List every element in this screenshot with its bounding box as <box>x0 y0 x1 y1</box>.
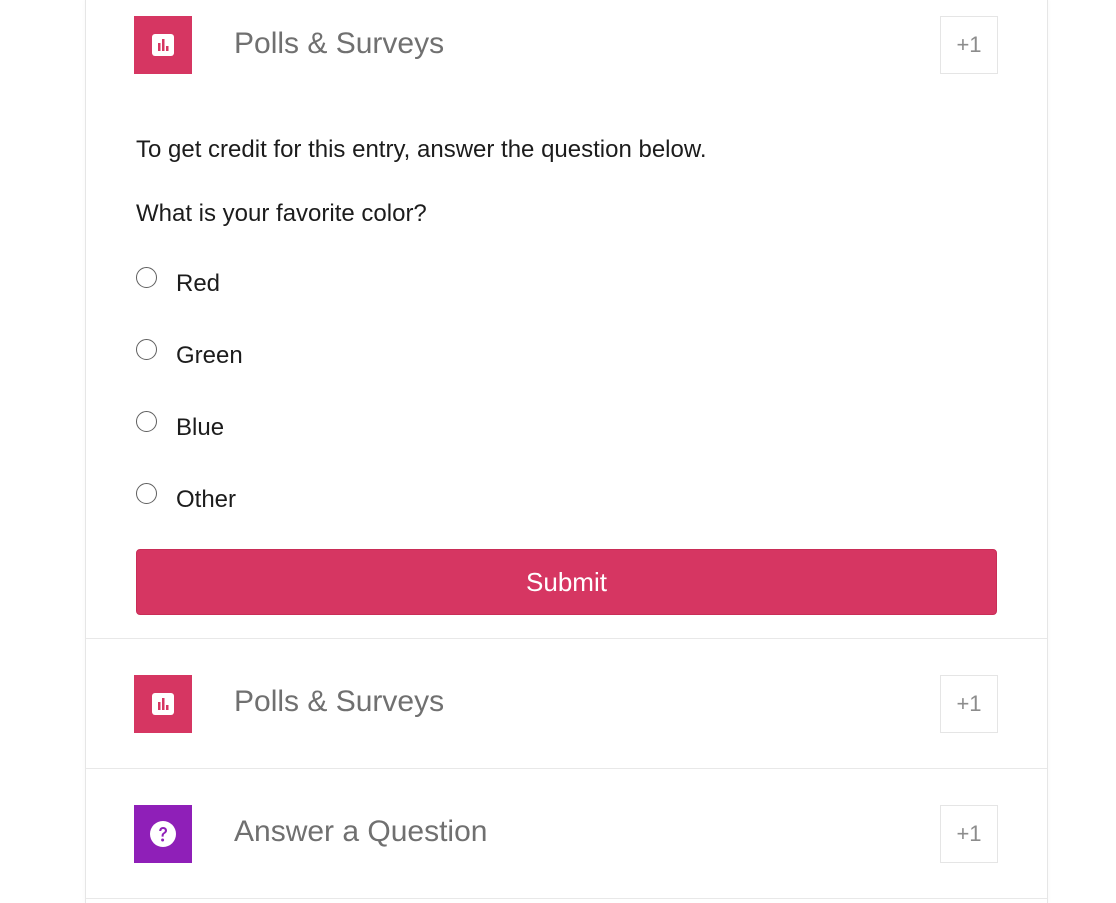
option-label: Green <box>176 342 243 369</box>
option-label: Red <box>176 270 221 297</box>
radio-button[interactable] <box>136 483 157 504</box>
bar-chart-icon <box>134 16 192 74</box>
poll-option-blue[interactable]: Blue <box>136 411 436 441</box>
entry-title: Answer a Question <box>234 815 488 848</box>
entry-header-polls-surveys[interactable]: Polls & Surveys +1 <box>86 16 1047 76</box>
poll-question: What is your favorite color? <box>136 200 427 227</box>
divider <box>86 638 1047 639</box>
entry-title: Polls & Surveys <box>234 27 445 60</box>
option-label: Other <box>176 486 237 513</box>
bar-chart-icon <box>134 675 192 733</box>
giveaway-entries-card: Polls & Surveys +1 To get credit for thi… <box>85 0 1048 903</box>
entry-instructions: To get credit for this entry, answer the… <box>136 136 707 163</box>
radio-button[interactable] <box>136 339 157 360</box>
entry-header-answer-question[interactable]: Answer a Question +1 <box>86 805 1047 865</box>
option-label: Blue <box>176 414 225 441</box>
divider <box>86 898 1047 899</box>
radio-button[interactable] <box>136 411 157 432</box>
poll-option-green[interactable]: Green <box>136 339 436 369</box>
poll-option-red[interactable]: Red <box>136 267 436 297</box>
points-badge: +1 <box>940 16 998 74</box>
question-mark-icon <box>134 805 192 863</box>
points-badge: +1 <box>940 675 998 733</box>
points-badge: +1 <box>940 805 998 863</box>
radio-button[interactable] <box>136 267 157 288</box>
poll-option-other[interactable]: Other <box>136 483 436 513</box>
entry-title: Polls & Surveys <box>234 685 445 718</box>
entry-header-polls-surveys[interactable]: Polls & Surveys +1 <box>86 675 1047 735</box>
divider <box>86 768 1047 769</box>
submit-button[interactable]: Submit <box>136 549 997 615</box>
